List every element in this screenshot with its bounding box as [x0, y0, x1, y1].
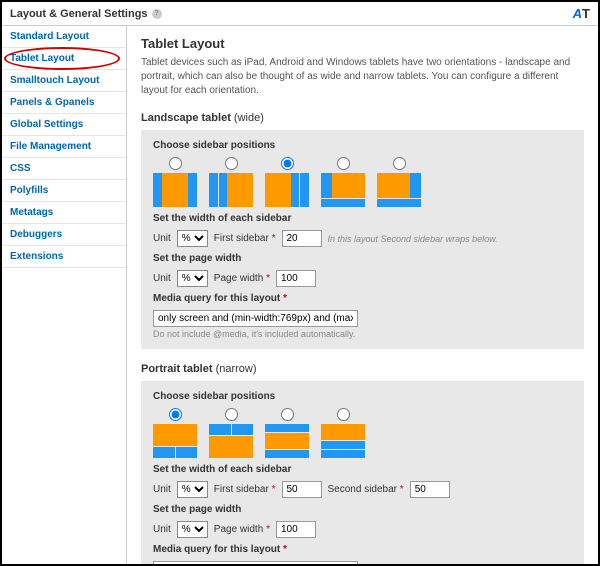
sidebar-item-extensions[interactable]: Extensions [2, 246, 126, 268]
sidebar-item-file-management[interactable]: File Management [2, 136, 126, 158]
layout-thumb-5 [377, 173, 421, 207]
sidebar-item-panels-gpanels[interactable]: Panels & Gpanels [2, 92, 126, 114]
layout-thumb-1 [153, 173, 197, 207]
portrait-pw-unit-label: Unit [153, 524, 171, 535]
portrait-unit-select[interactable]: % [177, 481, 208, 498]
portrait-thumb-2 [209, 424, 253, 458]
sidebar-item-debuggers[interactable]: Debuggers [2, 224, 126, 246]
landscape-pw-unit-label: Unit [153, 273, 171, 284]
portrait-pw-field-label: Page width * [214, 524, 270, 535]
content-description: Tablet devices such as iPad, Android and… [141, 56, 584, 98]
landscape-pos-radio-2[interactable] [225, 157, 238, 170]
portrait-pw-unit-select[interactable]: % [177, 521, 208, 538]
sidebar-item-label: Global Settings [10, 119, 83, 130]
portrait-thumb-4 [321, 424, 365, 458]
portrait-pos-radio-4[interactable] [337, 408, 350, 421]
landscape-media-input[interactable] [153, 310, 358, 327]
page-title: Layout & General Settings [10, 8, 148, 20]
sidebar-item-label: Extensions [10, 251, 63, 262]
portrait-choose-label: Choose sidebar positions [153, 391, 572, 402]
layout-thumb-3 [265, 173, 309, 207]
portrait-page-width-input[interactable] [276, 521, 316, 538]
landscape-first-sidebar-input[interactable] [282, 230, 322, 247]
landscape-title: Landscape tablet (wide) [141, 112, 584, 124]
sidebar-item-label: Polyfills [10, 185, 48, 196]
sidebar-item-label: File Management [10, 141, 91, 152]
sidebar-item-label: Metatags [10, 207, 53, 218]
sidebar-item-label: Standard Layout [10, 31, 89, 42]
sidebar-item-label: CSS [10, 163, 31, 174]
portrait-thumb-3 [265, 424, 309, 458]
portrait-media-input[interactable] [153, 561, 358, 564]
portrait-unit-label: Unit [153, 484, 171, 495]
landscape-sidebar-width-label: Set the width of each sidebar [153, 213, 572, 224]
landscape-wrap-note: In this layout Second sidebar wraps belo… [328, 234, 498, 244]
landscape-pos-radio-3[interactable] [281, 157, 294, 170]
landscape-page-width-input[interactable] [276, 270, 316, 287]
landscape-page-width-label: Set the page width [153, 253, 572, 264]
sidebar-item-tablet-layout[interactable]: Tablet Layout [2, 48, 126, 70]
landscape-unit-label: Unit [153, 233, 171, 244]
portrait-pos-radio-1[interactable] [169, 408, 182, 421]
landscape-pos-radio-1[interactable] [169, 157, 182, 170]
sidebar-item-label: Smalltouch Layout [10, 75, 99, 86]
landscape-pos-radio-5[interactable] [393, 157, 406, 170]
layout-thumb-2 [209, 173, 253, 207]
portrait-second-sidebar-input[interactable] [410, 481, 450, 498]
sidebar-item-label: Tablet Layout [10, 53, 74, 64]
sidebar-item-standard-layout[interactable]: Standard Layout [2, 26, 126, 48]
main-content: Tablet Layout Tablet devices such as iPa… [127, 26, 598, 564]
landscape-first-sidebar-label: First sidebar * [214, 233, 276, 244]
portrait-first-sidebar-label: First sidebar * [214, 484, 276, 495]
logo: AT [573, 6, 590, 21]
portrait-sidebar-width-label: Set the width of each sidebar [153, 464, 572, 475]
landscape-pw-unit-select[interactable]: % [177, 270, 208, 287]
portrait-media-label: Media query for this layout * [153, 544, 572, 555]
landscape-choose-label: Choose sidebar positions [153, 140, 572, 151]
sidebar: Standard Layout Tablet Layout Smalltouch… [2, 26, 127, 564]
portrait-second-sidebar-label: Second sidebar * [328, 484, 404, 495]
landscape-unit-select[interactable]: % [177, 230, 208, 247]
portrait-page-width-label: Set the page width [153, 504, 572, 515]
sidebar-item-smalltouch-layout[interactable]: Smalltouch Layout [2, 70, 126, 92]
portrait-first-sidebar-input[interactable] [282, 481, 322, 498]
landscape-pos-radio-4[interactable] [337, 157, 350, 170]
sidebar-item-metatags[interactable]: Metatags [2, 202, 126, 224]
sidebar-item-label: Debuggers [10, 229, 62, 240]
sidebar-item-global-settings[interactable]: Global Settings [2, 114, 126, 136]
landscape-panel: Choose sidebar positions [141, 130, 584, 349]
landscape-media-label: Media query for this layout * [153, 293, 572, 304]
portrait-pos-radio-3[interactable] [281, 408, 294, 421]
portrait-pos-radio-2[interactable] [225, 408, 238, 421]
layout-thumb-4 [321, 173, 365, 207]
portrait-thumb-1 [153, 424, 197, 458]
portrait-panel: Choose sidebar positions [141, 381, 584, 564]
help-icon[interactable]: ? [152, 9, 162, 19]
sidebar-item-css[interactable]: CSS [2, 158, 126, 180]
sidebar-item-label: Panels & Gpanels [10, 97, 94, 108]
landscape-media-note: Do not include @media, it's included aut… [153, 329, 572, 339]
portrait-title: Portrait tablet (narrow) [141, 363, 584, 375]
sidebar-item-polyfills[interactable]: Polyfills [2, 180, 126, 202]
landscape-pw-field-label: Page width * [214, 273, 270, 284]
content-heading: Tablet Layout [141, 36, 584, 51]
